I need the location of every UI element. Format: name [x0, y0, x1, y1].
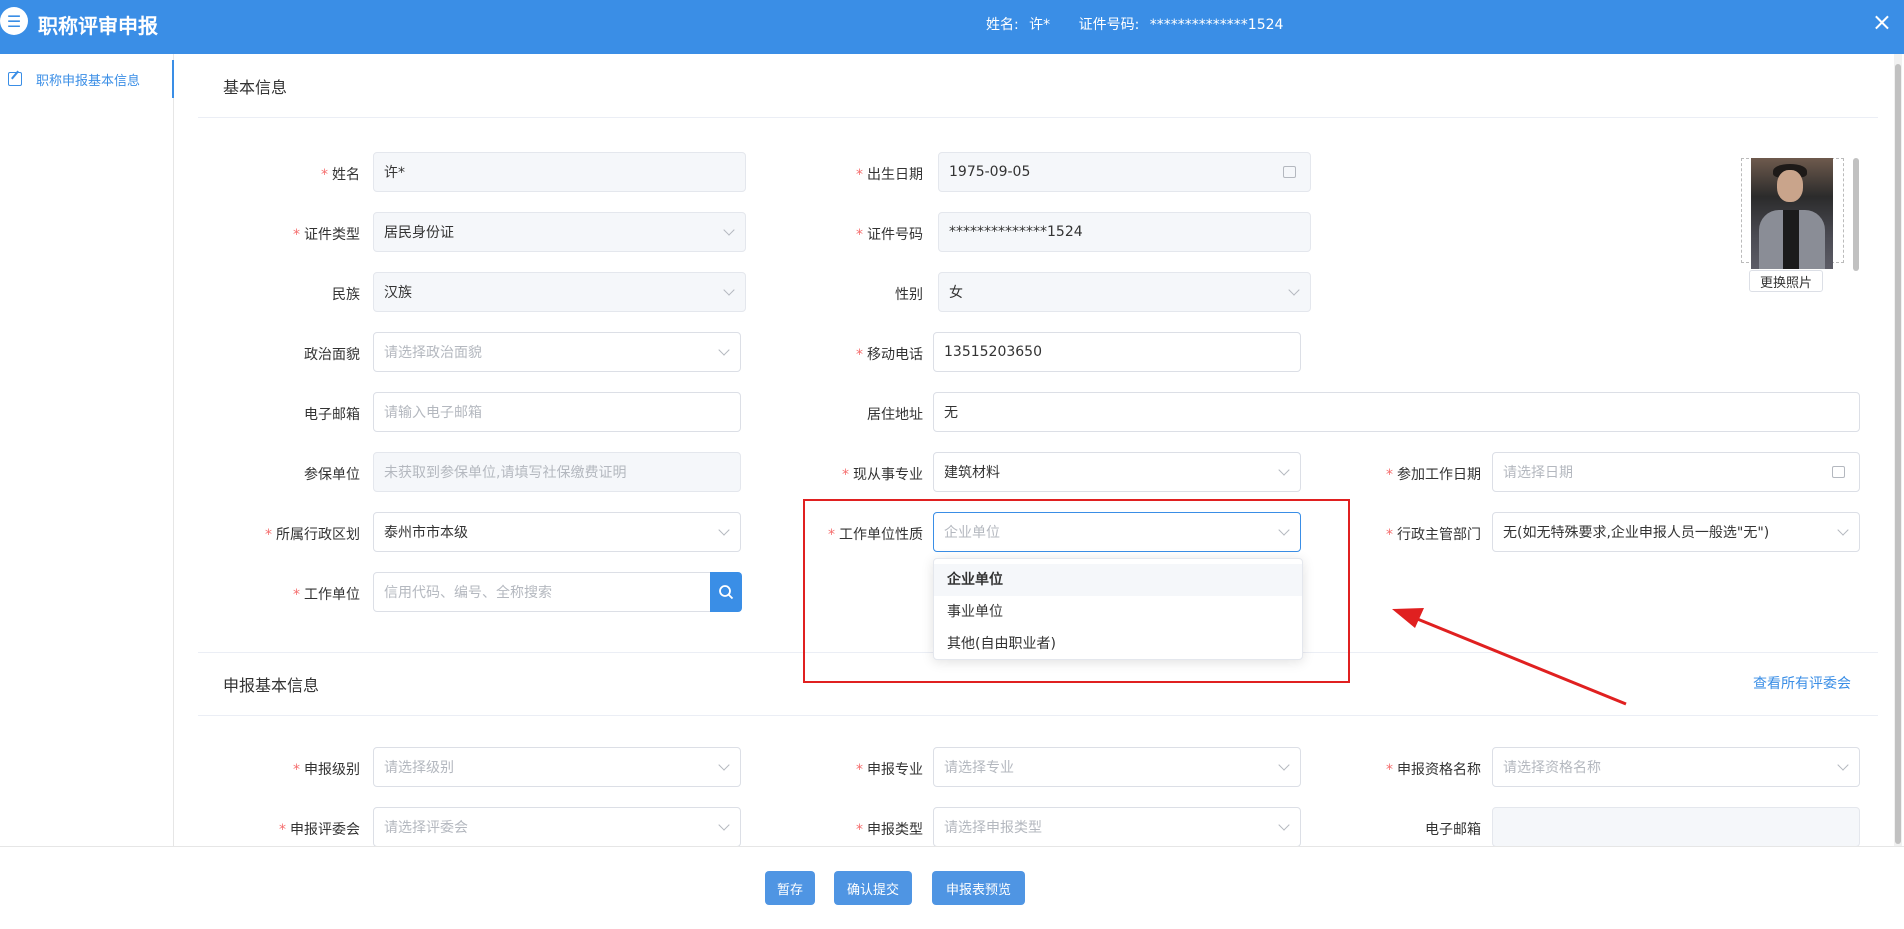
ethnic-label: 民族 [332, 287, 360, 303]
id-value: **************1524 [1149, 17, 1284, 33]
calendar-icon [1832, 466, 1845, 478]
birth-label: * 出生日期 [856, 167, 923, 183]
chevron-down-icon [718, 819, 730, 831]
section-title-basic: 基本信息 [198, 54, 1878, 118]
id-type-select[interactable]: 居民身份证 [373, 212, 746, 252]
page-scrollbar[interactable] [1894, 54, 1902, 846]
chevron-down-icon [718, 524, 730, 536]
chevron-down-icon [723, 224, 735, 236]
committee-label: * 申报评委会 [279, 822, 360, 838]
name-value: 许* [1029, 17, 1051, 33]
chevron-down-icon [723, 284, 735, 296]
submit-button[interactable]: 确认提交 [834, 871, 912, 905]
insured-unit-label: 参保单位 [304, 467, 360, 483]
calendar-icon [1283, 166, 1296, 178]
mobile-field[interactable]: 13515203650 [933, 332, 1301, 372]
apply-type-label: * 申报类型 [856, 822, 923, 838]
dropdown-option-enterprise[interactable]: 企业单位 [934, 564, 1302, 596]
chevron-down-icon [1837, 524, 1849, 536]
chevron-down-icon [718, 759, 730, 771]
unit-nature-select[interactable]: 企业单位 [933, 512, 1301, 552]
email-label: 电子邮箱 [304, 407, 360, 423]
name-label: * 姓名 [321, 167, 360, 183]
footer-bar: 暂存 确认提交 申报表预览 [0, 846, 1904, 929]
admin-dept-label: * 行政主管部门 [1386, 527, 1481, 543]
level-select[interactable]: 请选择级别 [373, 747, 741, 787]
sidebar-item-label: 职称申报基本信息 [36, 73, 141, 89]
qualification-select[interactable]: 请选择资格名称 [1492, 747, 1860, 787]
chevron-down-icon [1278, 464, 1290, 476]
unit-nature-dropdown: 企业单位 事业单位 其他(自由职业者) [933, 558, 1303, 660]
search-icon [719, 585, 734, 600]
specialty-select[interactable]: 请选择专业 [933, 747, 1301, 787]
apply-type-select[interactable]: 请选择申报类型 [933, 807, 1301, 846]
address-label: 居住地址 [867, 407, 923, 423]
chevron-down-icon [718, 344, 730, 356]
id-label: 证件号码: [1078, 17, 1140, 33]
mobile-label: * 移动电话 [856, 347, 923, 363]
work-unit-search-input[interactable]: 信用代码、编号、全称搜索 [373, 572, 713, 612]
specialty-label: * 申报专业 [856, 762, 923, 778]
sidebar-item-basic-info[interactable]: 职称申报基本信息 [0, 60, 174, 98]
apply-email-field[interactable] [1492, 807, 1860, 846]
name-label: 姓名: [986, 17, 1019, 33]
id-no-label: * 证件号码 [856, 227, 923, 243]
chevron-down-icon [1278, 759, 1290, 771]
work-unit-label: * 工作单位 [293, 587, 360, 603]
edit-icon [8, 72, 22, 86]
insured-unit-field[interactable]: 未获取到参保单位,请填写社保缴费证明 [373, 452, 741, 492]
chevron-down-icon [1288, 284, 1300, 296]
app-header: ☰ 职称评审申报 姓名: 许* 证件号码: **************1524… [0, 0, 1904, 54]
chevron-down-icon [1278, 819, 1290, 831]
dropdown-option-institution[interactable]: 事业单位 [934, 596, 1302, 628]
sidebar: 职称申报基本信息 [0, 54, 174, 846]
chevron-down-icon [1278, 524, 1290, 536]
id-number-field[interactable]: **************1524 [938, 212, 1311, 252]
photo-scrollbar[interactable] [1853, 158, 1859, 271]
chevron-down-icon [1837, 759, 1849, 771]
ethnic-select[interactable]: 汉族 [373, 272, 746, 312]
id-type-label: * 证件类型 [293, 227, 360, 243]
close-icon[interactable]: × [1872, 8, 1892, 36]
work-date-label: * 参加工作日期 [1386, 467, 1481, 483]
app-logo-icon: ☰ [0, 7, 28, 35]
committee-select[interactable]: 请选择评委会 [373, 807, 741, 846]
political-label: 政治面貌 [304, 347, 360, 363]
section-title-apply: 申报基本信息 [198, 652, 1878, 716]
view-all-committees-link[interactable]: 查看所有评委会 [1753, 673, 1851, 693]
dropdown-option-other[interactable]: 其他(自由职业者) [934, 628, 1302, 660]
change-photo-button[interactable]: 更换照片 [1749, 270, 1823, 292]
major-label: * 现从事专业 [842, 467, 923, 483]
birth-date-field[interactable]: 1975-09-05 [938, 152, 1311, 192]
main-content: 基本信息 * 姓名 许* * 出生日期 1975-09-05 * 证件类型 居民身份证… [198, 54, 1888, 846]
political-select[interactable]: 请选择政治面貌 [373, 332, 741, 372]
name-field[interactable]: 许* [373, 152, 746, 192]
work-date-field[interactable]: 请选择日期 [1492, 452, 1860, 492]
admin-dept-select[interactable]: 无(如无特殊要求,企业申报人员一般选"无") [1492, 512, 1860, 552]
major-select[interactable]: 建筑材料 [933, 452, 1301, 492]
gender-label: 性别 [895, 287, 923, 303]
preview-button[interactable]: 申报表预览 [932, 871, 1025, 905]
unit-nature-label: * 工作单位性质 [828, 527, 923, 543]
region-label: * 所属行政区划 [265, 527, 360, 543]
app-title: 职称评审申报 [38, 14, 158, 38]
region-select[interactable]: 泰州市市本级 [373, 512, 741, 552]
save-draft-button[interactable]: 暂存 [765, 871, 815, 905]
apply-email-label: 电子邮箱 [1425, 822, 1481, 838]
email-field[interactable]: 请输入电子邮箱 [373, 392, 741, 432]
level-label: * 申报级别 [293, 762, 360, 778]
applicant-info: 姓名: 许* 证件号码: **************1524 [986, 14, 1289, 34]
qualification-label: * 申报资格名称 [1386, 762, 1481, 778]
gender-select[interactable]: 女 [938, 272, 1311, 312]
work-unit-search-button[interactable] [710, 572, 742, 612]
address-field[interactable]: 无 [933, 392, 1860, 432]
applicant-photo [1751, 158, 1833, 269]
